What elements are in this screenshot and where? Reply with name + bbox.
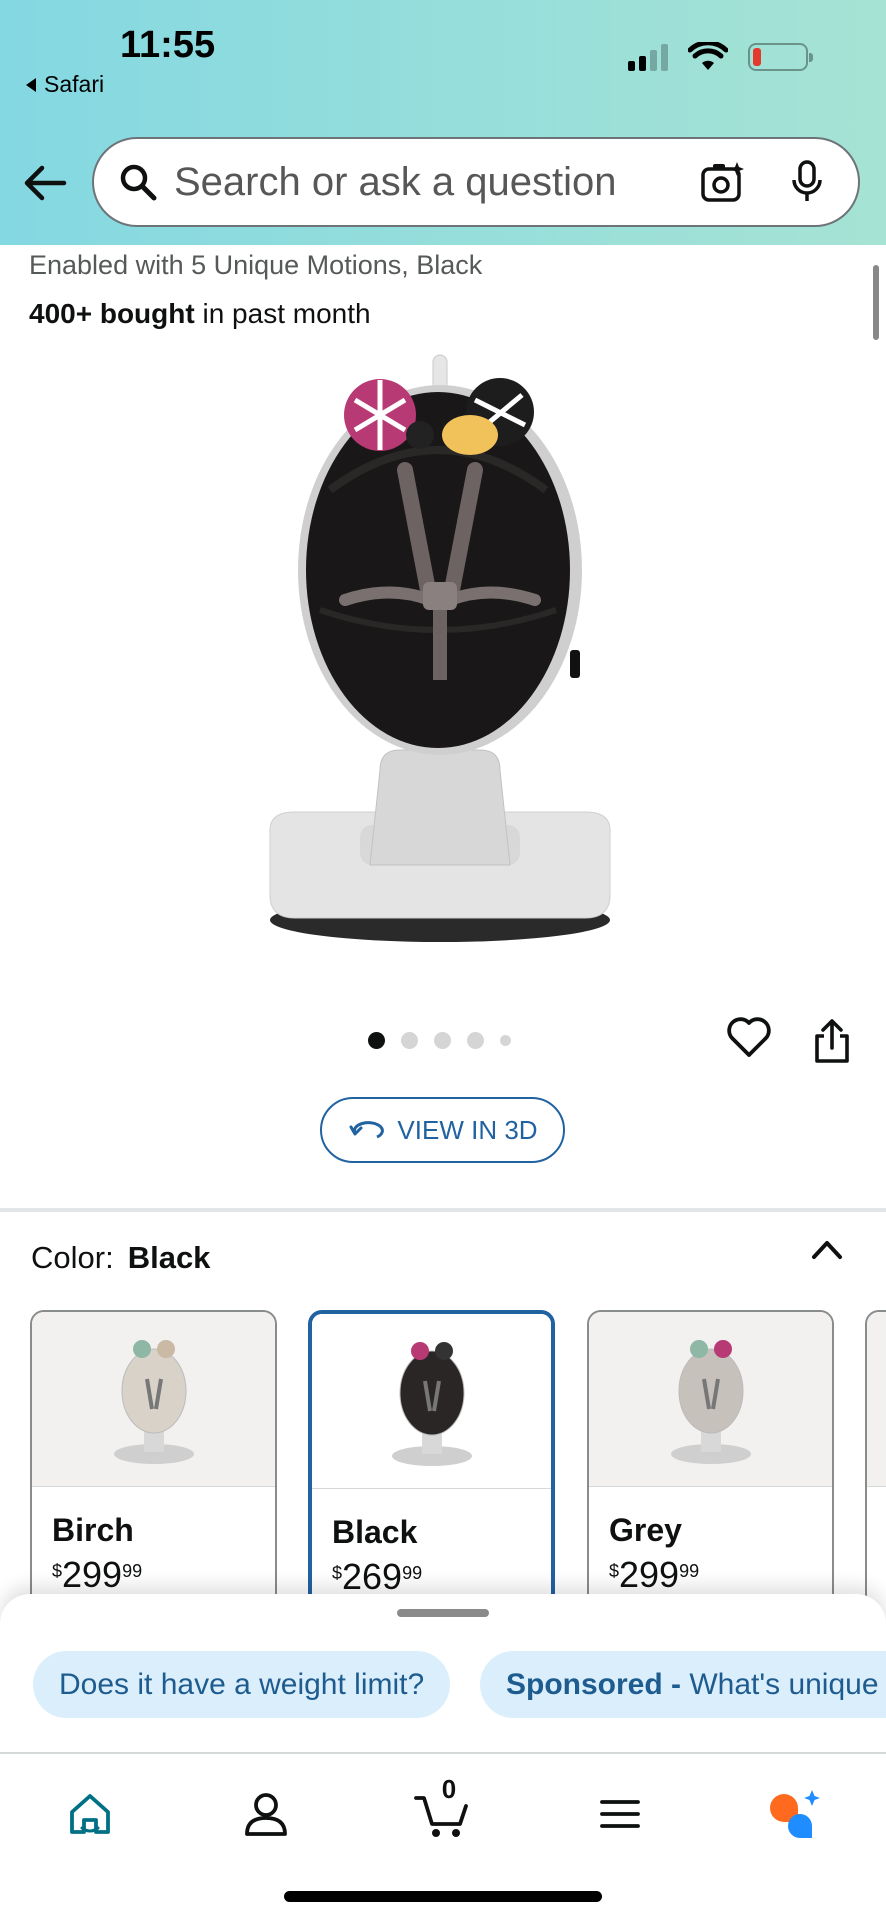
swatch-name: Grey — [609, 1512, 682, 1548]
rotate-3d-icon — [349, 1121, 385, 1139]
camera-lens-icon[interactable] — [700, 160, 744, 204]
back-to-safari-link[interactable]: Safari — [26, 71, 104, 98]
chip-label: Does it have a weight limit? — [59, 1667, 425, 1701]
search-input[interactable]: Search or ask a question — [92, 137, 860, 227]
carousel-dot[interactable] — [434, 1032, 451, 1049]
microphone-icon[interactable] — [790, 160, 824, 204]
status-time: 11:55 — [120, 24, 216, 66]
browser-header: 11:55 Safari Search or ask a question — [0, 0, 886, 245]
cart-count-badge: 0 — [441, 1774, 457, 1804]
back-app-label: Safari — [44, 71, 105, 97]
color-swatch-list: Birch $299 99 Black $269 99 Grey $ 299 9… — [30, 1310, 886, 1600]
color-option-partial[interactable] — [865, 1310, 886, 1600]
bought-count-bold: 400+ bought — [29, 298, 195, 329]
color-label-text: Color: — [31, 1240, 114, 1275]
home-indicator[interactable] — [284, 1891, 602, 1902]
bought-count-rest: in past month — [194, 298, 371, 329]
swatch-price: $269 99 — [332, 1559, 422, 1595]
battery-icon — [748, 43, 813, 71]
carousel-dot[interactable] — [467, 1032, 484, 1049]
home-icon[interactable] — [64, 1788, 116, 1840]
suggestion-chip-sponsored[interactable]: Sponsored - What's unique — [480, 1651, 886, 1718]
price-whole: 269 — [342, 1556, 403, 1597]
swatch-thumbnail — [312, 1314, 551, 1489]
swing-thumbnail-icon — [670, 1340, 751, 1464]
chip-sponsored-label: Sponsored - — [506, 1667, 682, 1701]
product-subtitle: Enabled with 5 Unique Motions, Black — [29, 250, 483, 280]
share-icon[interactable] — [812, 1018, 852, 1064]
price-fraction: 99 — [122, 1561, 143, 1581]
suggestions-sheet: Does it have a weight limit? Sponsored -… — [0, 1594, 886, 1754]
swatch-thumbnail — [589, 1312, 832, 1487]
product-image[interactable] — [250, 350, 630, 950]
scrollbar[interactable] — [873, 265, 879, 340]
price-fraction: 99 — [402, 1563, 423, 1583]
color-selector-label: Color: Black — [31, 1240, 210, 1276]
back-triangle-icon — [26, 77, 36, 92]
swatch-thumbnail — [32, 1312, 275, 1487]
menu-icon[interactable] — [594, 1788, 646, 1840]
wifi-icon — [688, 42, 728, 70]
swatch-price: $299 99 — [52, 1557, 142, 1593]
color-option-birch[interactable]: Birch $299 99 — [30, 1310, 277, 1600]
cellular-signal-icon — [628, 43, 668, 71]
chip-label: What's unique — [689, 1667, 879, 1701]
price-whole: 299 — [619, 1554, 680, 1595]
swing-thumbnail-icon — [113, 1340, 194, 1464]
status-icons — [628, 42, 813, 72]
carousel-dot[interactable] — [500, 1035, 511, 1046]
view-in-3d-label: VIEW IN 3D — [397, 1114, 538, 1145]
price-fraction: 99 — [679, 1561, 700, 1581]
carousel-dot[interactable] — [368, 1032, 385, 1049]
price-currency: $ — [52, 1561, 63, 1581]
price-currency: $ — [609, 1561, 620, 1581]
search-placeholder: Search or ask a question — [174, 159, 617, 204]
back-arrow-icon[interactable] — [22, 160, 68, 206]
color-option-grey[interactable]: Grey $299 99 — [587, 1310, 834, 1600]
swing-thumbnail-icon — [391, 1342, 472, 1466]
swatch-name: Birch — [52, 1512, 134, 1548]
view-in-3d-button[interactable]: VIEW IN 3D — [320, 1097, 565, 1163]
swatch-thumbnail — [867, 1312, 886, 1487]
price-currency: $ — [332, 1563, 343, 1583]
carousel-dot[interactable] — [401, 1032, 418, 1049]
account-icon[interactable] — [240, 1788, 292, 1840]
rufus-ai-icon[interactable] — [766, 1788, 824, 1840]
sheet-drag-handle[interactable] — [397, 1609, 489, 1617]
chevron-up-icon[interactable] — [810, 1237, 844, 1261]
swatch-price: $299 99 — [609, 1557, 699, 1593]
heart-icon[interactable] — [726, 1015, 772, 1059]
selected-color: Black — [127, 1240, 211, 1275]
image-carousel-dots[interactable] — [368, 1032, 511, 1049]
suggestion-chip-weight-limit[interactable]: Does it have a weight limit? — [33, 1651, 451, 1718]
swatch-name: Black — [332, 1514, 418, 1550]
price-whole: 299 — [62, 1554, 123, 1595]
bought-count: 400+ bought in past month — [29, 298, 371, 330]
section-divider — [0, 1208, 886, 1212]
search-icon — [120, 164, 157, 201]
color-option-black[interactable]: Black $269 99 — [308, 1310, 555, 1600]
